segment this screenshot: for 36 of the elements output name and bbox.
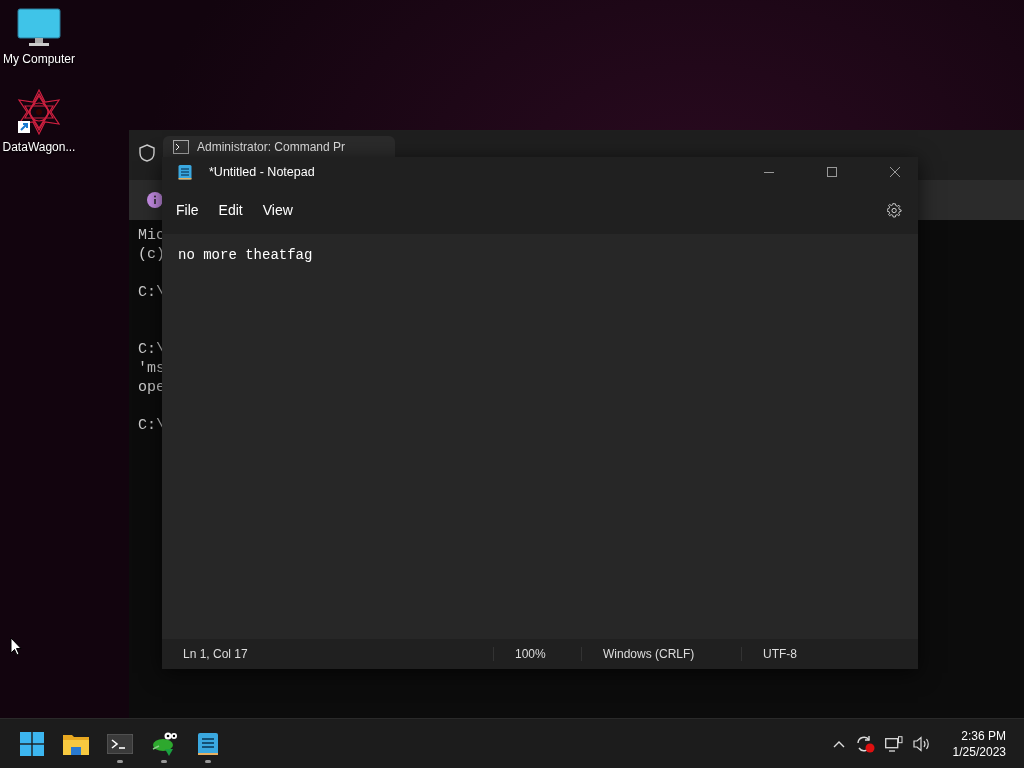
- settings-icon: [887, 202, 902, 218]
- terminal-tab[interactable]: Administrator: Command Pr: [163, 136, 395, 157]
- app-shortcut-icon: [15, 88, 63, 136]
- document-text: no more theatfag: [178, 247, 313, 263]
- network-monitor-icon[interactable]: [884, 735, 903, 752]
- menu-item[interactable]: Edit: [208, 196, 253, 224]
- console-line: (c): [138, 245, 165, 264]
- clock-date[interactable]: 1/25/2023: [952, 743, 1006, 760]
- close-icon: [890, 167, 900, 177]
- status-item: UTF-8: [741, 647, 818, 661]
- maximize-icon: [827, 167, 837, 177]
- minimize-icon: [764, 171, 774, 173]
- windows-logo-icon[interactable]: [20, 731, 44, 756]
- notepad-icon: [178, 164, 192, 180]
- chevron-up-icon[interactable]: [832, 739, 845, 748]
- status-item: Ln 1, Col 17: [182, 647, 249, 661]
- sync-icon[interactable]: [854, 734, 875, 753]
- settings-button[interactable]: [885, 200, 904, 220]
- menu-item[interactable]: File: [166, 196, 209, 224]
- desktop-icon-label[interactable]: DataWagon...: [2, 140, 76, 154]
- text-editor[interactable]: no more theatfag: [162, 234, 918, 639]
- menu-item[interactable]: View: [252, 196, 303, 224]
- clock-time[interactable]: 2:36 PM: [961, 727, 1006, 744]
- window-title: *Untitled - Notepad: [209, 165, 315, 179]
- status-item: 100%: [493, 647, 581, 661]
- shield-icon[interactable]: [139, 144, 155, 162]
- monitor-icon: [17, 8, 61, 48]
- notepad-icon[interactable]: [198, 731, 218, 756]
- mouse-pointer-icon: [10, 637, 22, 656]
- terminal-icon[interactable]: [107, 733, 133, 754]
- terminal-icon: [173, 139, 189, 154]
- frog-icon[interactable]: [151, 730, 177, 757]
- folder-icon[interactable]: [63, 732, 89, 755]
- speaker-icon[interactable]: [912, 735, 931, 752]
- desktop-icon-label[interactable]: My Computer: [3, 52, 75, 66]
- status-item: Windows (CRLF): [581, 647, 741, 661]
